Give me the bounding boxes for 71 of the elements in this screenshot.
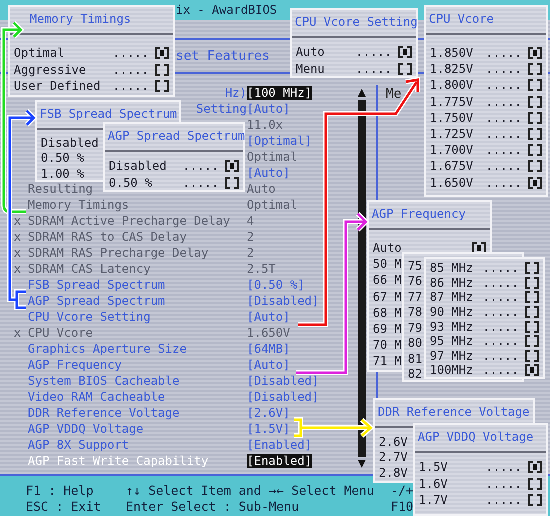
setting-label: Graphics Aperture Size: [28, 342, 187, 356]
menu-option[interactable]: 85 MHz .....: [430, 261, 539, 276]
menu-option[interactable]: 1.650V .....: [430, 174, 542, 191]
setting-label: CPU Vcore Setting: [28, 310, 151, 324]
menu-option[interactable]: 1.800V .....: [430, 77, 542, 94]
popup-title: CPU Vcore: [429, 12, 494, 26]
menu-option[interactable]: 1.750V .....: [430, 110, 542, 126]
setting-label: SDRAM RAS to CAS Delay: [28, 230, 187, 244]
setting-label: AGP Spread Spectrum: [28, 294, 166, 308]
locked-marker: x: [14, 246, 22, 260]
setting-label: System BIOS Cacheable: [28, 374, 180, 388]
locked-marker: x: [14, 326, 22, 340]
locked-marker: x: [14, 262, 22, 276]
menu-option[interactable]: 1.5V .....: [419, 459, 542, 476]
setting-label: SDRAM RAS Precharge Delay: [28, 246, 209, 260]
popup-title: FSB Spread Spectrum: [40, 107, 178, 121]
menu-option[interactable]: 87 MHz .....: [430, 290, 539, 305]
locked-marker: x: [14, 214, 22, 228]
popup-title: AGP VDDQ Voltage: [418, 430, 534, 444]
setting-label: SDRAM Active Precharge Delay: [28, 214, 230, 228]
menu-option[interactable]: Aggressive .....: [14, 62, 169, 78]
setting-label: Hz): [225, 86, 247, 100]
key-hint: F10: [391, 499, 414, 514]
key-hint: F1 : Help: [26, 483, 95, 498]
key-hint: ESC : Exit: [26, 499, 102, 514]
setting-label: FSB Spread Spectrum: [28, 278, 166, 292]
menu-option[interactable]: 90 MHz .....: [430, 304, 539, 320]
setting-label: Setting: [196, 102, 247, 116]
locked-marker: x: [14, 230, 22, 244]
setting-label: AGP VDDQ Voltage: [28, 422, 144, 436]
setting-label: Resulting: [28, 182, 94, 196]
menu-option[interactable]: 100MHz .....: [430, 363, 539, 378]
setting-value[interactable]: [Enabled]: [247, 454, 312, 468]
setting-label: Video RAM Cacheable: [28, 390, 166, 404]
menu-option[interactable]: 1.850V .....: [430, 45, 542, 62]
window-title: ix - AwardBIOS: [176, 3, 278, 17]
menu-option[interactable]: Optimal .....: [14, 45, 169, 62]
menu-option[interactable]: 93 MHz .....: [430, 319, 539, 334]
menu-option[interactable]: Menu .....: [296, 60, 412, 77]
setting-label: AGP Fast Write Capability: [28, 454, 209, 468]
setting-label: Memory Timings: [28, 198, 130, 212]
menu-option[interactable]: 1.775V .....: [430, 94, 542, 110]
popup-title: AGP Spread Spectrum: [108, 129, 246, 143]
menu-option[interactable]: 95 MHz .....: [430, 334, 539, 349]
menu-option[interactable]: 1.725V .....: [430, 126, 542, 142]
setting-label: AGP 8X Support: [28, 438, 130, 452]
key-hint: ↑↓ Select Item and →← Select Menu: [126, 483, 376, 498]
setting-value[interactable]: [100 MHz]: [247, 86, 312, 100]
key-hint: Enter Select : Sub-Menu: [126, 499, 300, 514]
menu-option[interactable]: 1.7V .....: [419, 492, 542, 508]
setting-label: SDRAM CAS Latency: [28, 262, 151, 276]
popup-title: DDR Reference Voltage: [378, 405, 530, 419]
menu-option[interactable]: User Defined .....: [14, 78, 169, 94]
menu-option[interactable]: 97 MHz .....: [430, 348, 539, 364]
popup-title: AGP Frequency: [372, 207, 466, 221]
popup-title: CPU Vcore Setting: [295, 15, 418, 29]
menu-option[interactable]: 0.50 % .....: [109, 174, 239, 191]
menu-option[interactable]: 1.6V .....: [419, 476, 542, 492]
menu-option[interactable]: 1.675V .....: [430, 158, 542, 174]
menu-option[interactable]: 1.700V .....: [430, 142, 542, 158]
popup-title: Memory Timings: [30, 12, 132, 26]
setting-label: AGP Frequency: [28, 358, 122, 372]
setting-label: DDR Reference Voltage: [28, 406, 180, 420]
setting-label: CPU Vcore: [28, 326, 94, 340]
page-title: set Features: [176, 48, 270, 64]
menu-option[interactable]: Auto .....: [296, 44, 412, 60]
menu-option[interactable]: 86 MHz .....: [430, 276, 539, 290]
menu-option[interactable]: Disabled .....: [109, 158, 239, 174]
key-hint: -/+: [391, 483, 414, 498]
help-text: Me: [386, 87, 402, 102]
menu-option[interactable]: 1.825V .....: [430, 61, 542, 78]
